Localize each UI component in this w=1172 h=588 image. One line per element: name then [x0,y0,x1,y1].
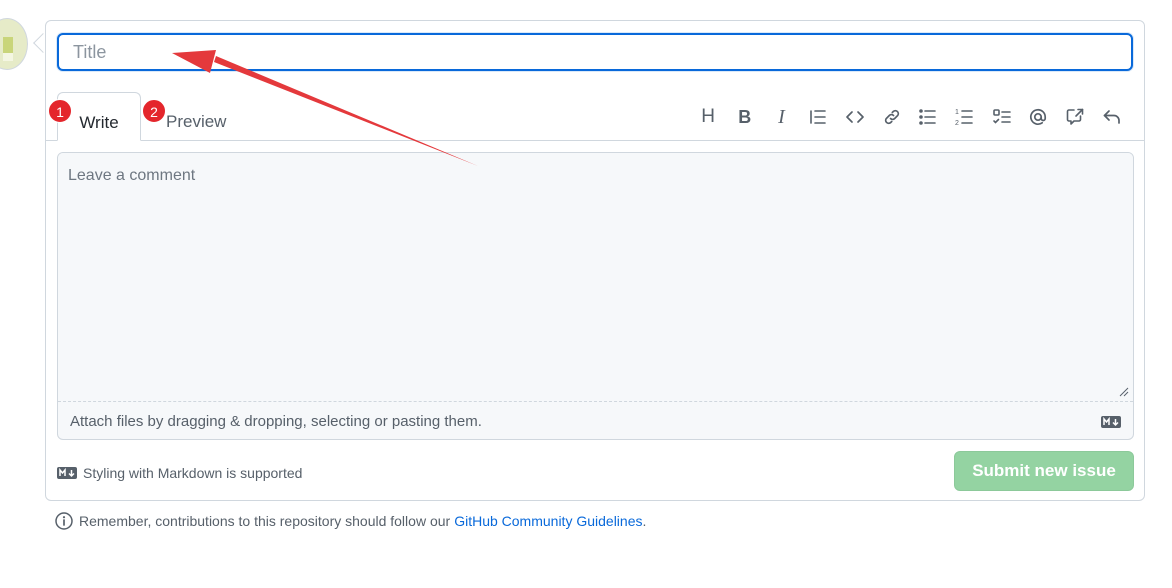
bold-icon[interactable]: B [726,105,763,129]
resize-handle-icon[interactable] [1119,387,1129,397]
quote-icon[interactable] [800,105,837,129]
avatar-pixel [3,37,13,53]
markdown-support-text: Styling with Markdown is supported [83,465,303,481]
mention-icon[interactable] [1020,105,1057,129]
tab-preview[interactable]: Preview [166,92,246,141]
numbered-list-icon[interactable]: 1 2 [947,105,984,129]
notice-text: Remember, contributions to this reposito… [79,513,451,529]
heading-icon[interactable]: H [690,105,727,129]
link-icon[interactable] [873,105,910,129]
markdown-support-note: Styling with Markdown is supported [57,465,302,481]
new-issue-form: Write Preview 1 2 H B I [45,20,1145,501]
markdown-toolbar: H B I 1 2 [690,105,1130,129]
avatar-pixel [3,53,13,61]
markdown-icon [57,467,77,479]
code-icon[interactable] [837,105,874,129]
task-list-icon[interactable] [983,105,1020,129]
info-icon [55,512,73,530]
bulleted-list-icon[interactable] [910,105,947,129]
markdown-icon [1101,416,1121,428]
reply-icon[interactable] [1093,105,1130,129]
comment-textarea[interactable] [58,153,1133,401]
title-input[interactable] [57,33,1133,71]
contribution-notice: Remember, contributions to this reposito… [55,512,646,530]
user-avatar [0,18,28,70]
attach-files-text: Attach files by dragging & dropping, sel… [70,413,482,430]
italic-icon[interactable]: I [763,105,800,129]
submit-new-issue-button[interactable]: Submit new issue [954,451,1134,491]
community-guidelines-link[interactable]: GitHub Community Guidelines [454,513,642,529]
notice-period: . [642,513,647,529]
attach-files-bar[interactable]: Attach files by dragging & dropping, sel… [58,401,1133,439]
svg-text:2: 2 [955,120,959,127]
svg-text:1: 1 [955,109,959,116]
cross-reference-icon[interactable] [1057,105,1094,129]
annotation-badge-2: 2 [142,99,166,123]
annotation-badge-1: 1 [48,99,72,123]
comment-editor: Attach files by dragging & dropping, sel… [57,152,1134,440]
